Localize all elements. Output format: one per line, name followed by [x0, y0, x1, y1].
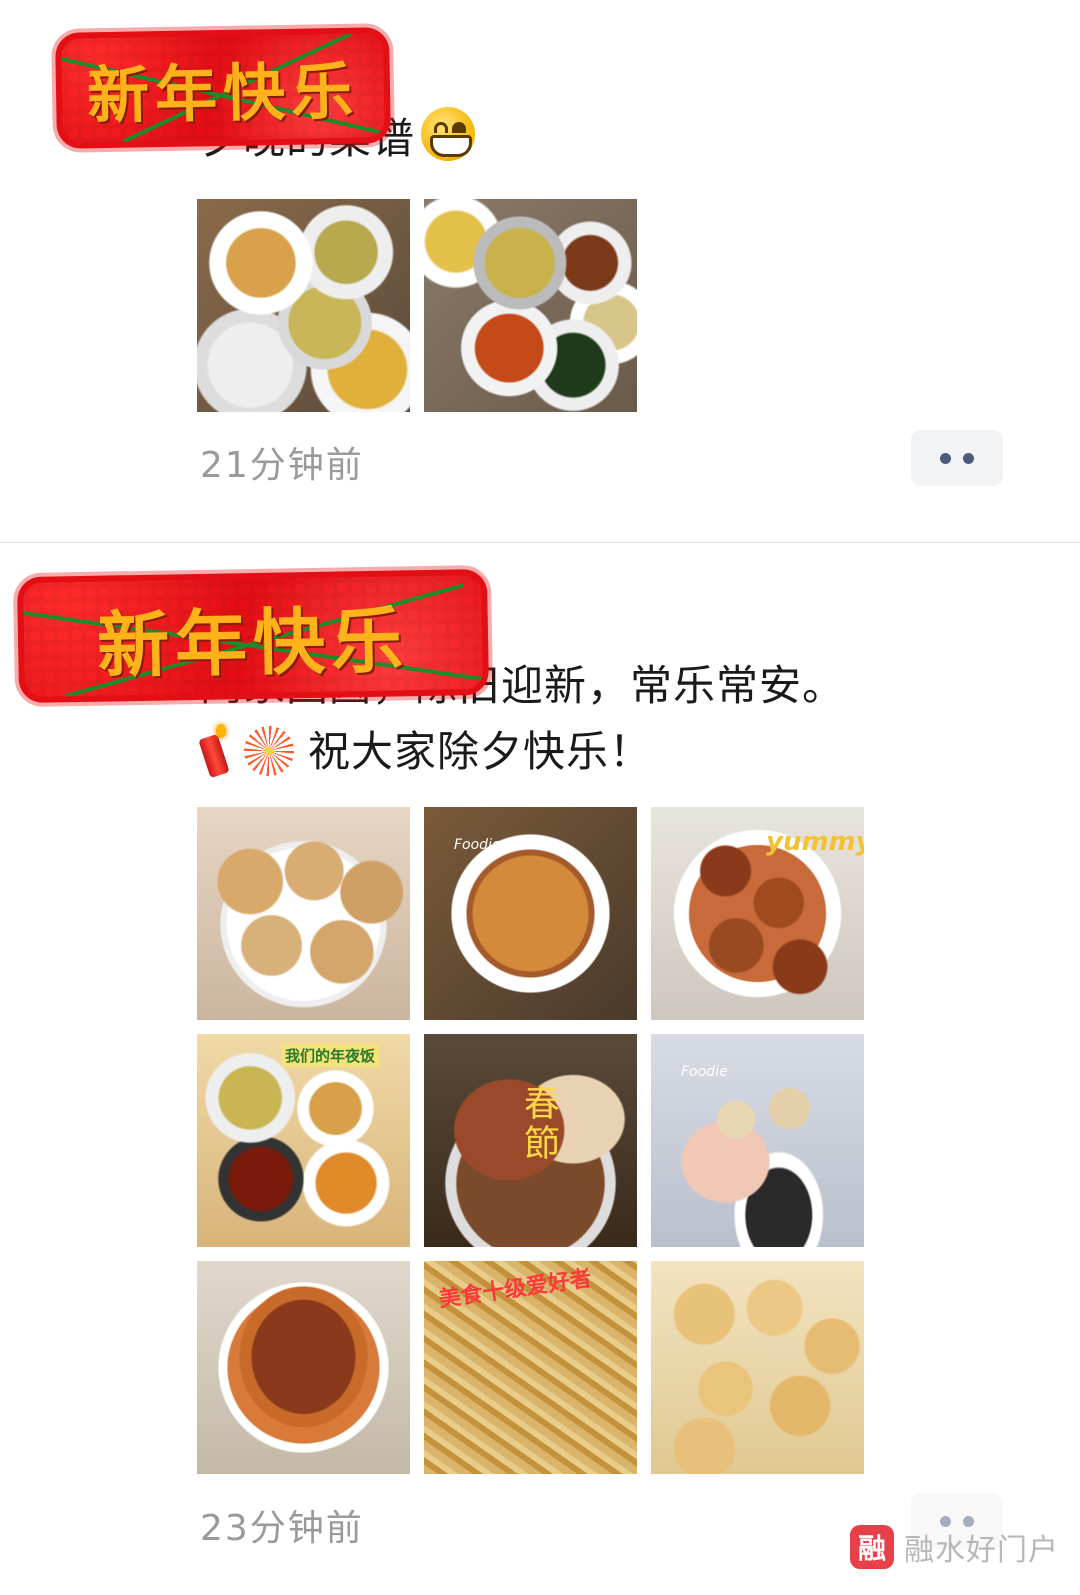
post-text-line: 祝大家除夕快乐！ [308, 727, 653, 776]
fireworks-emoji-icon [244, 726, 294, 776]
more-dot-icon [940, 452, 951, 464]
sticker-text: 新年快乐 [96, 596, 410, 688]
grin-emoji-icon [421, 107, 476, 161]
food-photo-fried-balls-icon [651, 1261, 864, 1474]
post-image[interactable] [197, 807, 410, 1020]
post-image[interactable] [197, 199, 410, 412]
sticker-text: 新年快乐 [86, 54, 360, 133]
food-photo-fish-icon [197, 1261, 410, 1474]
post-timestamp: 23分钟前 [200, 1508, 364, 1549]
watermark-text: 融水好门户 [904, 1533, 1059, 1568]
firecracker-emoji-icon [200, 724, 230, 776]
watermark-logo-icon: 融 [850, 1525, 894, 1569]
post-image[interactable] [651, 1261, 864, 1474]
post-image[interactable] [197, 1261, 410, 1474]
food-photo-buns-icon [197, 807, 410, 1020]
post-image[interactable]: 美食十级爱好者 [424, 1261, 637, 1474]
new-year-sticker: 新年快乐 [61, 33, 385, 143]
post-image[interactable] [424, 199, 637, 412]
more-dot-icon [963, 452, 974, 464]
post-image[interactable]: Foodie [651, 1034, 864, 1247]
post-image[interactable]: 春節 [424, 1034, 637, 1247]
post-image[interactable]: Foodie [424, 807, 637, 1020]
image-caption: yummy [766, 827, 864, 857]
more-actions-button[interactable] [911, 430, 1003, 486]
moment-post-2: 阖家团圆，除旧迎新，常乐常安。 祝大家除夕快乐！ Foodie yummy 我们… [0, 543, 1080, 1595]
post-image[interactable]: 我们的年夜饭 [197, 1034, 410, 1247]
image-caption: Foodie [681, 1064, 728, 1080]
moment-post-1: 夕晚的菜谱 21分钟前 新年快乐 [0, 0, 1080, 542]
post-timestamp: 21分钟前 [200, 445, 364, 486]
food-photo-table-feast-icon [424, 199, 637, 412]
image-caption: 我们的年夜饭 [281, 1044, 380, 1067]
post-image[interactable]: yummy [651, 807, 864, 1020]
watermark: 融 融水好门户 [850, 1525, 1059, 1569]
image-caption: Foodie [454, 837, 501, 853]
post-text: 祝大家除夕快乐！ [200, 719, 652, 785]
food-photo-table-feast-icon [197, 199, 410, 412]
image-caption: 春節 [518, 1084, 559, 1164]
new-year-sticker: 新年快乐 [23, 575, 483, 697]
